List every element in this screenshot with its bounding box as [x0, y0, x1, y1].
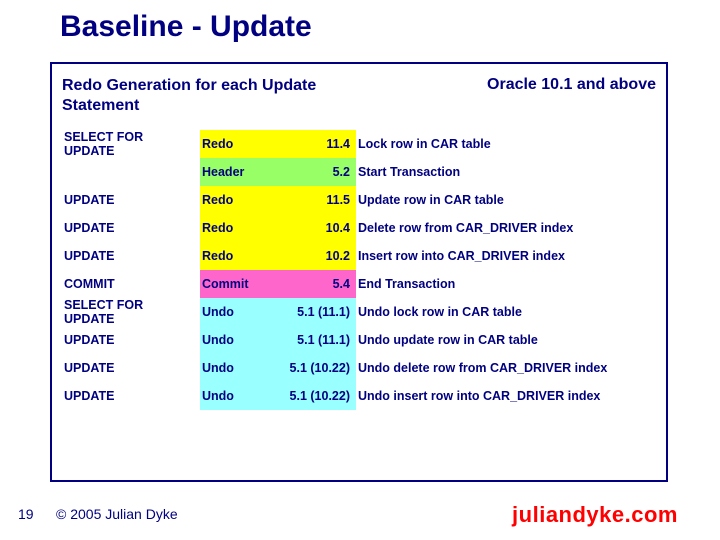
- page-number: 19: [18, 506, 34, 522]
- data-table: SELECT FOR UPDATERedo11.4Lock row in CAR…: [62, 130, 656, 410]
- type-cell: Commit: [200, 270, 272, 298]
- stmt-cell: UPDATE: [62, 354, 200, 382]
- value-cell: 11.4: [272, 130, 356, 158]
- desc-cell: End Transaction: [356, 270, 656, 298]
- type-cell: Undo: [200, 298, 272, 326]
- value-cell: 5.2: [272, 158, 356, 186]
- type-cell: Undo: [200, 354, 272, 382]
- type-cell: Redo: [200, 186, 272, 214]
- stmt-cell: SELECT FOR UPDATE: [62, 298, 200, 326]
- content-header: Redo Generation for each Update Statemen…: [62, 76, 656, 116]
- stmt-cell: [62, 158, 200, 186]
- stmt-cell: SELECT FOR UPDATE: [62, 130, 200, 158]
- header-left-text: Redo Generation for each Update Statemen…: [62, 76, 322, 116]
- type-cell: Redo: [200, 130, 272, 158]
- table-row: SELECT FOR UPDATERedo11.4Lock row in CAR…: [62, 130, 656, 158]
- type-cell: Header: [200, 158, 272, 186]
- table-row: UPDATEUndo5.1 (10.22)Undo insert row int…: [62, 382, 656, 410]
- stmt-cell: UPDATE: [62, 186, 200, 214]
- type-cell: Redo: [200, 242, 272, 270]
- type-cell: Redo: [200, 214, 272, 242]
- value-cell: 5.1 (11.1): [272, 326, 356, 354]
- table-row: UPDATERedo10.2Insert row into CAR_DRIVER…: [62, 242, 656, 270]
- desc-cell: Undo insert row into CAR_DRIVER index: [356, 382, 656, 410]
- desc-cell: Update row in CAR table: [356, 186, 656, 214]
- desc-cell: Insert row into CAR_DRIVER index: [356, 242, 656, 270]
- desc-cell: Delete row from CAR_DRIVER index: [356, 214, 656, 242]
- stmt-cell: UPDATE: [62, 382, 200, 410]
- table-row: UPDATEUndo5.1 (11.1)Undo update row in C…: [62, 326, 656, 354]
- desc-cell: Lock row in CAR table: [356, 130, 656, 158]
- value-cell: 11.5: [272, 186, 356, 214]
- table-row: COMMITCommit5.4End Transaction: [62, 270, 656, 298]
- footer-copyright: © 2005 Julian Dyke: [56, 506, 178, 522]
- value-cell: 10.4: [272, 214, 356, 242]
- stmt-cell: COMMIT: [62, 270, 200, 298]
- slide: Baseline - Update Redo Generation for ea…: [0, 0, 720, 540]
- value-cell: 5.1 (10.22): [272, 354, 356, 382]
- header-right-text: Oracle 10.1 and above: [487, 76, 656, 94]
- table-row: Header5.2Start Transaction: [62, 158, 656, 186]
- table-row: SELECT FOR UPDATEUndo5.1 (11.1)Undo lock…: [62, 298, 656, 326]
- desc-cell: Undo update row in CAR table: [356, 326, 656, 354]
- desc-cell: Undo lock row in CAR table: [356, 298, 656, 326]
- table-row: UPDATERedo11.5Update row in CAR table: [62, 186, 656, 214]
- stmt-cell: UPDATE: [62, 242, 200, 270]
- slide-title: Baseline - Update: [60, 10, 312, 44]
- type-cell: Undo: [200, 326, 272, 354]
- content-box: Redo Generation for each Update Statemen…: [50, 62, 668, 482]
- desc-cell: Undo delete row from CAR_DRIVER index: [356, 354, 656, 382]
- stmt-cell: UPDATE: [62, 326, 200, 354]
- value-cell: 10.2: [272, 242, 356, 270]
- stmt-cell: UPDATE: [62, 214, 200, 242]
- table-row: UPDATERedo10.4Delete row from CAR_DRIVER…: [62, 214, 656, 242]
- value-cell: 5.1 (10.22): [272, 382, 356, 410]
- table-row: UPDATEUndo5.1 (10.22)Undo delete row fro…: [62, 354, 656, 382]
- footer-site: juliandyke.com: [512, 502, 678, 528]
- value-cell: 5.1 (11.1): [272, 298, 356, 326]
- desc-cell: Start Transaction: [356, 158, 656, 186]
- type-cell: Undo: [200, 382, 272, 410]
- value-cell: 5.4: [272, 270, 356, 298]
